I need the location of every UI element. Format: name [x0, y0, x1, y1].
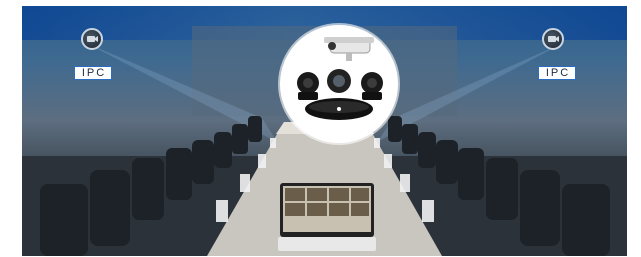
ipc-label-right: IPC [538, 66, 576, 80]
ptz-camera-icon [297, 72, 319, 100]
camera-product-circle [280, 25, 398, 143]
conference-room-scene: IPC IPC [22, 6, 627, 256]
ptz-camera-icon [361, 72, 383, 100]
camera-icon [542, 28, 564, 50]
camera-icon [81, 28, 103, 50]
bullet-camera-icon [324, 37, 374, 61]
tablet-icon [278, 183, 376, 251]
ipc-label-left: IPC [74, 66, 112, 80]
